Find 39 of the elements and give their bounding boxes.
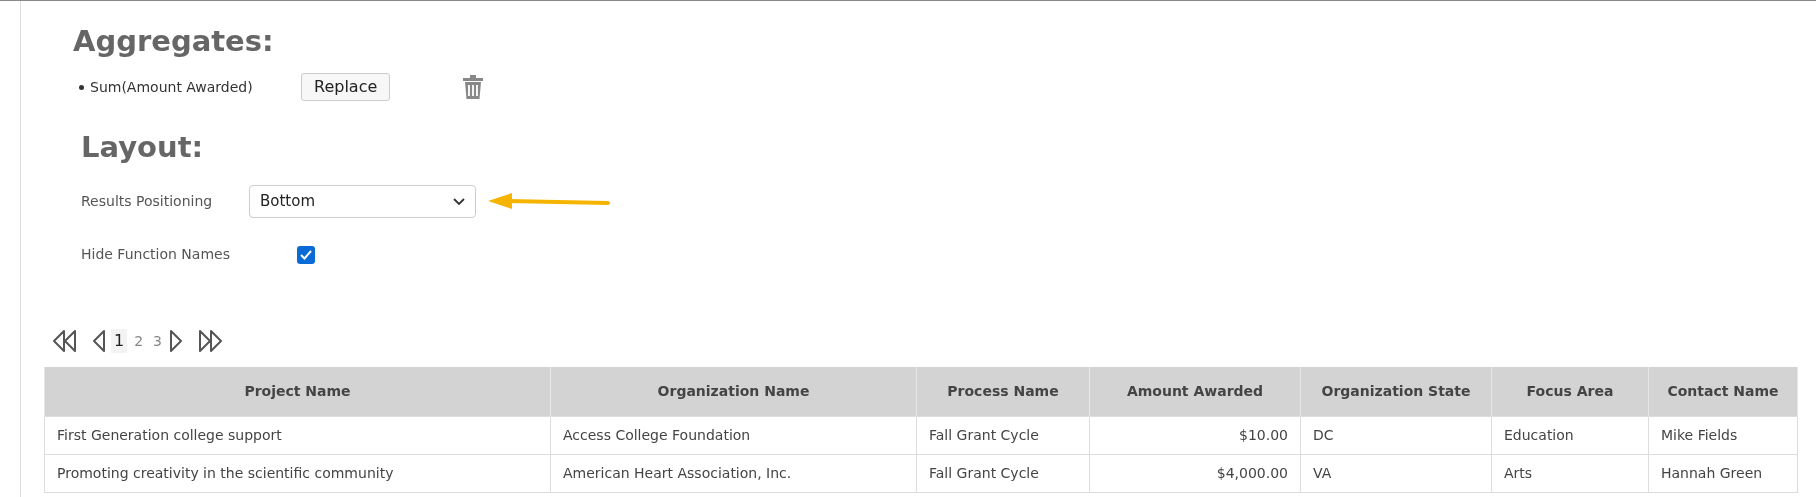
table-cell: Promoting creativity in the scientific community <box>44 454 551 492</box>
next-page-icon[interactable] <box>169 329 185 353</box>
previous-page-icon[interactable] <box>92 329 107 353</box>
bullet-icon <box>79 84 84 90</box>
column-header: Project Name <box>44 367 551 416</box>
column-header: Contact Name <box>1648 367 1798 416</box>
results-positioning-select[interactable]: Bottom <box>249 185 476 218</box>
checkbox[interactable] <box>297 245 315 264</box>
table-cell: Access College Foundation <box>550 416 917 454</box>
trash-icon[interactable] <box>462 73 485 101</box>
column-header: Focus Area <box>1491 367 1649 416</box>
column-header: Process Name <box>916 367 1090 416</box>
aggregate-item: Sum(Amount Awarded) <box>90 77 254 97</box>
column-header: Organization Name <box>550 367 917 416</box>
field-label: Hide Function Names <box>81 245 231 264</box>
table-cell: $10.00 <box>1089 416 1301 454</box>
table-cell: $4,000.00 <box>1089 454 1301 492</box>
page-link[interactable]: 2 <box>131 330 147 352</box>
table-cell: Hannah Green <box>1648 454 1798 492</box>
replace-button[interactable]: Replace <box>301 73 391 101</box>
section-heading: Layout: <box>81 129 205 166</box>
table-cell: Fall Grant Cycle <box>916 416 1090 454</box>
page-link[interactable]: 1 <box>111 329 128 353</box>
table-cell: DC <box>1300 416 1492 454</box>
table-cell: Fall Grant Cycle <box>916 454 1090 492</box>
chevron-down-icon <box>453 197 465 206</box>
table-cell: Mike Fields <box>1648 416 1798 454</box>
column-header: Amount Awarded <box>1089 367 1301 416</box>
table-cell: VA <box>1300 454 1492 492</box>
table-cell: American Heart Association, Inc. <box>550 454 917 492</box>
section-heading: Aggregates: <box>73 23 275 60</box>
last-page-icon[interactable] <box>198 329 225 353</box>
field-label: Results Positioning <box>81 192 214 211</box>
table-cell: First Generation college support <box>44 416 551 454</box>
page-link[interactable]: 3 <box>150 330 166 352</box>
first-page-icon[interactable] <box>52 329 78 353</box>
column-header: Organization State <box>1300 367 1492 416</box>
table-cell: Arts <box>1491 454 1649 492</box>
table-cell: Education <box>1491 416 1649 454</box>
